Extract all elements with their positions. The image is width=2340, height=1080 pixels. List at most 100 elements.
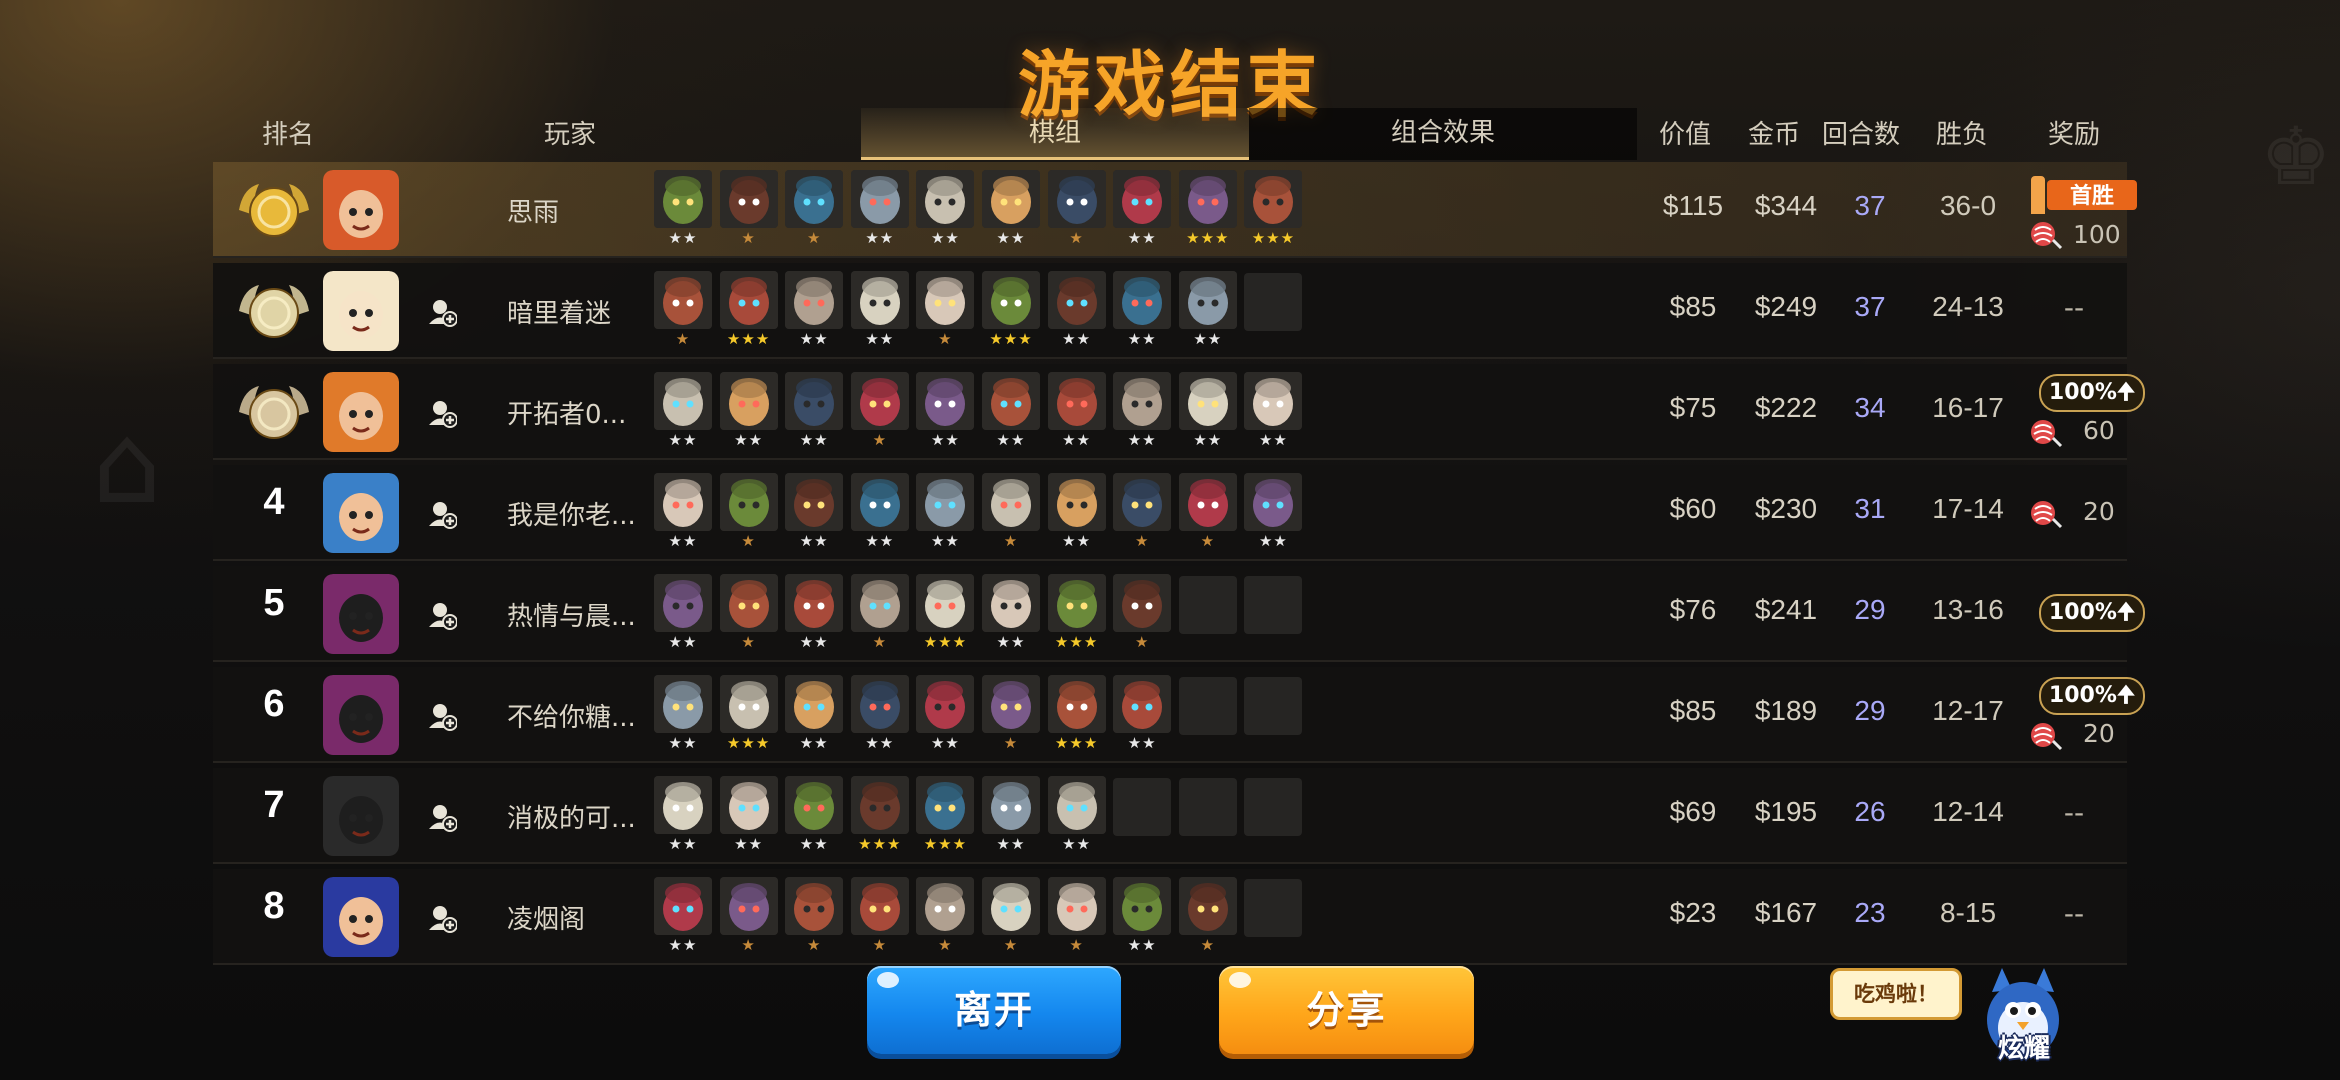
chess-unit[interactable]: ★ [1178,473,1237,555]
add-friend-icon[interactable] [427,701,457,731]
chess-unit[interactable]: ★★ [785,473,844,555]
tab-synergy[interactable]: 组合效果 [1249,108,1637,160]
chess-unit[interactable]: ★ [1178,877,1237,959]
chess-unit[interactable]: ★★ [1047,473,1106,555]
chess-unit[interactable]: ★★ [1178,372,1237,454]
player-name[interactable]: 不给你糖... [507,697,636,734]
chess-unit[interactable]: ★★ [785,574,844,656]
player-name[interactable]: 热情与晨... [507,596,636,633]
player-name[interactable]: 我是你老... [507,495,636,532]
chess-unit[interactable]: ★ [785,170,844,252]
player-row[interactable]: 6 不给你糖... ★★ ★★★ ★★ ★★ ★★ ★ ★★★ ★★ $85 $… [213,667,2145,763]
chess-unit[interactable]: ★★ [1178,271,1237,353]
chess-unit[interactable]: ★★ [785,675,844,757]
chess-unit[interactable]: ★ [785,877,844,959]
chess-unit[interactable]: ★★ [654,170,712,252]
chess-unit[interactable]: ★★★ [1047,675,1106,757]
player-avatar[interactable] [323,473,399,553]
chess-unit[interactable]: ★★★ [982,271,1040,353]
chess-unit[interactable]: ★★★ [850,776,909,858]
player-name[interactable]: 开拓者0... [507,394,626,431]
chess-unit[interactable]: ★★ [916,372,975,454]
chess-unit[interactable]: ★★ [1113,877,1172,959]
player-avatar[interactable] [323,574,399,654]
chess-unit[interactable]: ★★ [982,170,1040,252]
player-name[interactable]: 凌烟阁 [507,899,585,936]
player-name[interactable]: 暗里着迷 [507,293,611,330]
chess-unit[interactable]: ★★ [654,675,712,757]
chess-unit[interactable]: ★★ [785,372,844,454]
chess-unit[interactable]: ★ [719,574,778,656]
player-name[interactable]: 思雨 [507,192,559,229]
chess-unit[interactable]: ★★ [654,776,712,858]
chess-unit[interactable]: ★★ [1047,776,1106,858]
add-friend-icon[interactable] [427,600,457,630]
chess-unit[interactable]: ★★ [1244,372,1303,454]
player-row[interactable]: 思雨 ★★ ★ ★ ★★ ★★ ★★ ★ ★★ ★★★ ★★★ $115 $34… [213,162,2137,258]
chess-unit[interactable]: ★★ [1113,372,1172,454]
chess-unit[interactable]: ★★★ [719,271,778,353]
chess-unit[interactable]: ★★ [1047,271,1106,353]
add-friend-icon[interactable] [427,802,457,832]
chess-unit[interactable]: ★★ [1047,372,1106,454]
chess-unit[interactable]: ★★ [654,877,712,959]
player-row[interactable]: 开拓者0... ★★ ★★ ★★ ★ ★★ ★★ ★★ ★★ ★★ ★★ $75… [213,364,2145,460]
chess-unit[interactable]: ★★ [850,675,909,757]
chess-unit[interactable]: ★★ [982,574,1040,656]
chess-unit[interactable]: ★ [1047,170,1106,252]
player-row[interactable]: 暗里着迷 ★ ★★★ ★★ ★★ ★ ★★★ ★★ ★★ ★★ $85 $249… [213,263,2127,359]
player-avatar[interactable] [323,675,399,755]
chess-unit[interactable]: ★★ [1113,170,1172,252]
chess-unit[interactable]: ★ [982,675,1040,757]
chess-unit[interactable]: ★★ [654,473,712,555]
chess-unit[interactable]: ★★ [850,170,909,252]
add-friend-icon[interactable] [427,297,457,327]
chess-unit[interactable]: ★ [1113,473,1172,555]
player-avatar[interactable] [323,170,399,250]
chess-unit[interactable]: ★★★ [916,574,975,656]
chess-unit[interactable]: ★ [719,473,778,555]
player-row[interactable]: 8 凌烟阁 ★★ ★ ★ ★ ★ ★ ★ ★★ ★ $23 $167 23 8-… [213,869,2127,965]
chess-unit[interactable]: ★★ [916,675,975,757]
chess-unit[interactable]: ★ [982,473,1040,555]
chess-unit[interactable]: ★ [654,271,712,353]
player-avatar[interactable] [323,776,399,856]
share-button[interactable]: 分享 [1219,966,1474,1054]
chess-unit[interactable]: ★★★ [1178,170,1237,252]
chess-unit[interactable]: ★★ [654,372,712,454]
player-name[interactable]: 消极的可... [507,798,636,835]
chess-unit[interactable]: ★ [850,372,909,454]
chess-unit[interactable]: ★★ [916,170,975,252]
chess-unit[interactable]: ★★ [785,271,844,353]
player-avatar[interactable] [323,877,399,957]
chess-unit[interactable]: ★★ [1113,675,1172,757]
chess-unit[interactable]: ★★★ [1244,170,1303,252]
chess-unit[interactable]: ★ [719,877,778,959]
chess-unit[interactable]: ★★ [719,776,778,858]
player-avatar[interactable] [323,271,399,351]
chess-unit[interactable]: ★★ [785,776,844,858]
player-row[interactable]: 4 我是你老... ★★ ★ ★★ ★★ ★★ ★ ★★ ★ ★ ★★ $60 … [213,465,2127,561]
chess-unit[interactable]: ★★ [916,473,975,555]
chess-unit[interactable]: ★ [916,271,975,353]
add-friend-icon[interactable] [427,499,457,529]
chess-unit[interactable]: ★ [719,170,778,252]
player-row[interactable]: 5 热情与晨... ★★ ★ ★★ ★ ★★★ ★★ ★★★ ★ $76 $24… [213,566,2145,662]
chess-unit[interactable]: ★★★ [916,776,975,858]
add-friend-icon[interactable] [427,903,457,933]
chess-unit[interactable]: ★★ [654,574,712,656]
chess-unit[interactable]: ★★ [982,776,1040,858]
chess-unit[interactable]: ★ [850,877,909,959]
tab-lineup[interactable]: 棋组 [861,108,1249,160]
chess-unit[interactable]: ★ [982,877,1040,959]
chess-unit[interactable]: ★★★ [719,675,778,757]
chess-unit[interactable]: ★★ [982,372,1040,454]
chess-unit[interactable]: ★★ [850,473,909,555]
player-avatar[interactable] [323,372,399,452]
chess-unit[interactable]: ★ [1047,877,1106,959]
chess-unit[interactable]: ★ [1113,574,1172,656]
chess-unit[interactable]: ★★ [1113,271,1172,353]
player-row[interactable]: 7 消极的可... ★★ ★★ ★★ ★★★ ★★★ ★★ ★★ $69 $19… [213,768,2127,864]
chess-unit[interactable]: ★★ [850,271,909,353]
chess-unit[interactable]: ★ [916,877,975,959]
